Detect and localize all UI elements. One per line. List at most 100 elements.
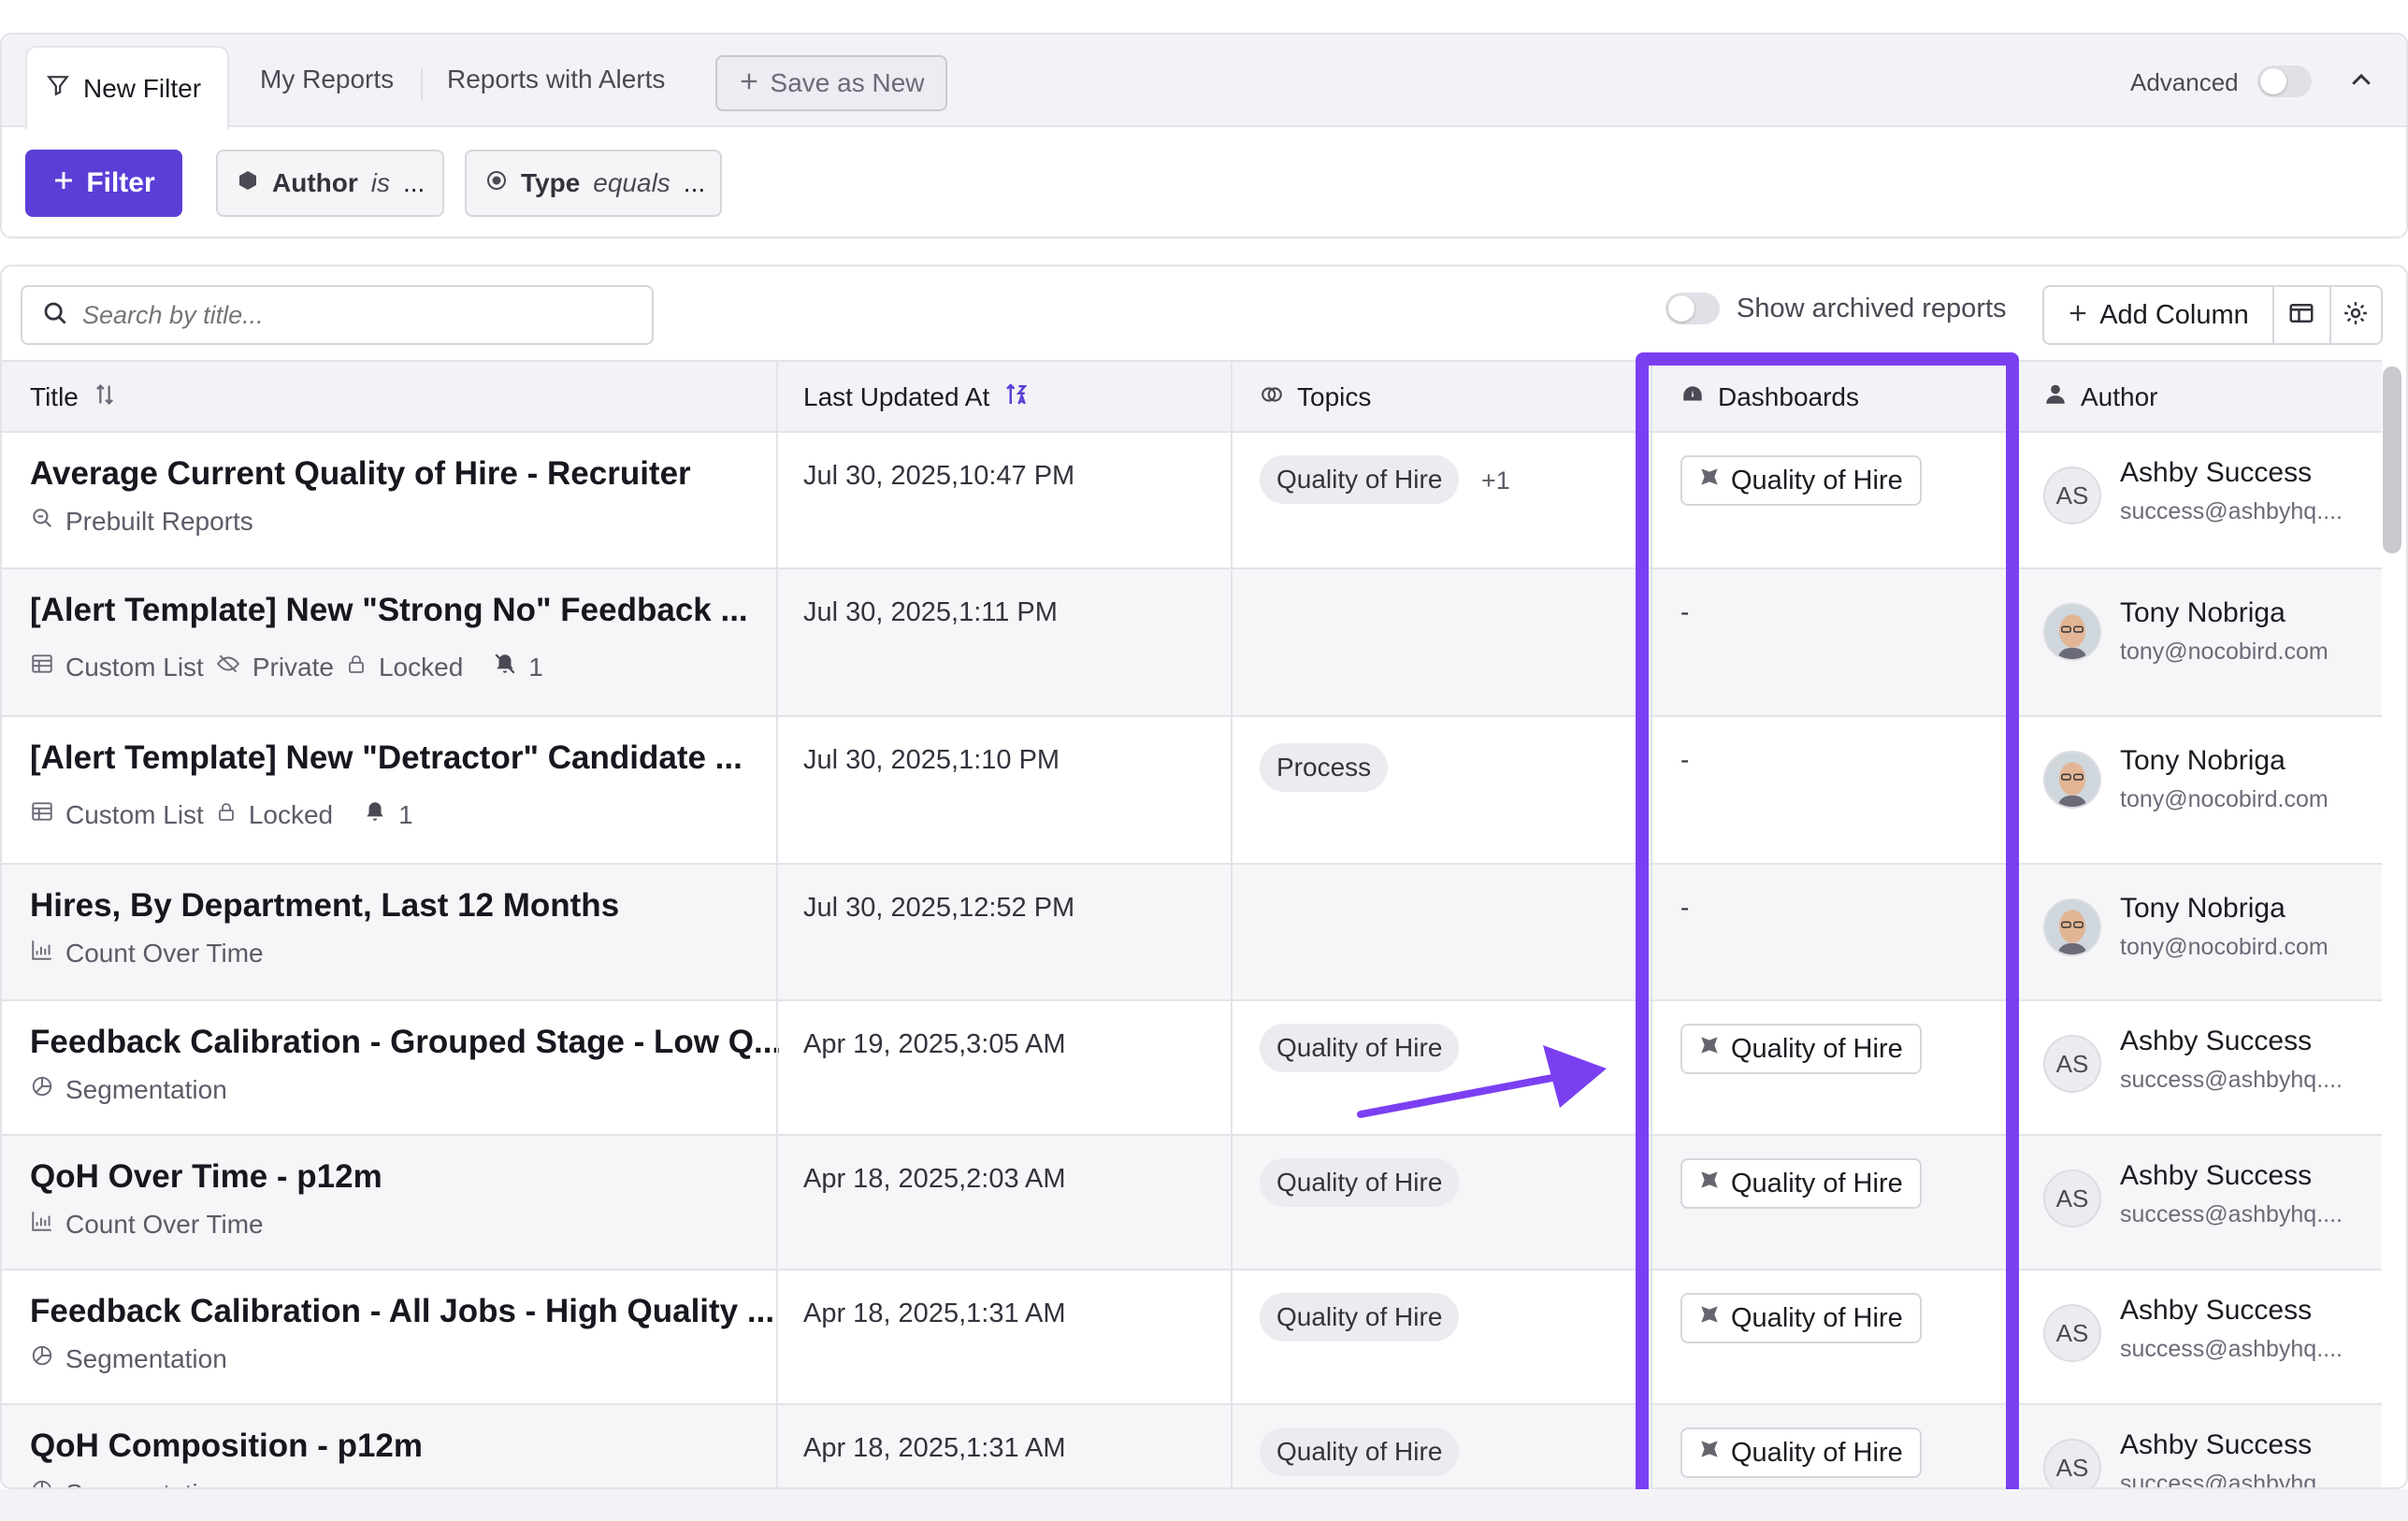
- type-value: ...: [683, 168, 706, 197]
- last-updated: Jul 30, 2025,1:10 PM: [803, 745, 1060, 776]
- report-title[interactable]: [Alert Template] New "Strong No" Feedbac…: [30, 592, 748, 629]
- save-as-new-button[interactable]: Save as New: [715, 55, 947, 111]
- report-meta: Prebuilt Reports: [30, 506, 253, 537]
- filter-panel: New Filter My Reports Reports with Alert…: [0, 33, 2408, 238]
- date-text: Apr 18, 2025,: [803, 1299, 967, 1328]
- dashboard-chip[interactable]: Quality of Hire: [1680, 455, 1922, 506]
- table-row[interactable]: QoH Over Time - p12m Count Over Time Apr…: [2, 1136, 2382, 1270]
- type-filter-chip[interactable]: Type equals ...: [465, 150, 722, 217]
- lock-icon: [345, 652, 368, 682]
- topic-pill[interactable]: Quality of Hire: [1260, 1158, 1460, 1207]
- column-author-label: Author: [2081, 382, 2158, 411]
- tab-reports-with-alerts[interactable]: Reports with Alerts: [447, 65, 665, 94]
- search-box[interactable]: [21, 285, 654, 345]
- report-title[interactable]: QoH Composition - p12m: [30, 1428, 423, 1465]
- time-text: 1:31 AM: [966, 1433, 1066, 1463]
- dashboard-label: Quality of Hire: [1731, 1033, 1903, 1064]
- last-updated: Jul 30, 2025,1:11 PM: [803, 597, 1058, 628]
- funnel-icon: [46, 73, 70, 104]
- topic-pill[interactable]: Quality of Hire: [1260, 1428, 1460, 1476]
- date-text: Jul 30, 2025,: [803, 461, 959, 491]
- report-title[interactable]: QoH Over Time - p12m: [30, 1158, 382, 1196]
- avatar: AS: [2043, 466, 2101, 524]
- report-title[interactable]: [Alert Template] New "Detractor" Candida…: [30, 739, 743, 777]
- time-text: 1:31 AM: [966, 1299, 1066, 1328]
- report-type: Prebuilt Reports: [65, 506, 253, 536]
- plus-icon: [52, 167, 75, 199]
- dashboard-kite-icon: [1697, 1437, 1722, 1469]
- author-value: ...: [403, 168, 425, 197]
- tab-my-reports[interactable]: My Reports: [260, 65, 394, 94]
- sort-ascending-icon[interactable]: [1002, 380, 1031, 415]
- add-column-button[interactable]: Add Column: [2042, 285, 2274, 345]
- show-archived-toggle[interactable]: [1665, 293, 1720, 324]
- column-header-last-updated[interactable]: Last Updated At: [803, 362, 1031, 433]
- report-title[interactable]: Feedback Calibration - Grouped Stage - L…: [30, 1024, 781, 1061]
- table-settings-button[interactable]: [2330, 285, 2383, 345]
- table-row[interactable]: [Alert Template] New "Strong No" Feedbac…: [2, 569, 2382, 717]
- author-name: Tony Nobriga: [2120, 745, 2285, 776]
- pie-segment-icon: [30, 1478, 54, 1487]
- column-header-title[interactable]: Title: [30, 362, 118, 433]
- date-text: Apr 19, 2025,: [803, 1029, 967, 1059]
- table-row[interactable]: Feedback Calibration - All Jobs - High Q…: [2, 1270, 2382, 1405]
- column-topics-label: Topics: [1297, 382, 1372, 411]
- report-meta: Custom List Locked 1: [30, 799, 413, 830]
- dashboard-chip[interactable]: Quality of Hire: [1680, 1428, 1922, 1478]
- avatar: AS: [2043, 1439, 2101, 1487]
- report-title[interactable]: Hires, By Department, Last 12 Months: [30, 887, 619, 925]
- topic-pill[interactable]: Quality of Hire: [1260, 455, 1460, 504]
- report-title[interactable]: Feedback Calibration - All Jobs - High Q…: [30, 1293, 774, 1330]
- show-archived-control[interactable]: Show archived reports: [1665, 293, 2007, 324]
- report-meta: Segmentation: [30, 1478, 227, 1488]
- column-divider: [776, 360, 778, 1487]
- table-row[interactable]: [Alert Template] New "Detractor" Candida…: [2, 717, 2382, 865]
- topics-icon: [1260, 382, 1284, 413]
- report-title[interactable]: Average Current Quality of Hire - Recrui…: [30, 455, 691, 493]
- filter-button-label: Filter: [86, 167, 155, 198]
- column-header-dashboards[interactable]: Dashboards: [1680, 362, 1859, 433]
- avatar: [2043, 898, 2101, 956]
- author-name: Ashby Success: [2120, 1160, 2313, 1191]
- more-topics-count[interactable]: +1: [1481, 466, 1510, 495]
- lock-icon: [215, 799, 238, 830]
- report-type: Custom List: [65, 652, 204, 682]
- table-row[interactable]: Feedback Calibration - Grouped Stage - L…: [2, 1001, 2382, 1136]
- add-filter-button[interactable]: Filter: [25, 150, 182, 217]
- eye-off-icon: [215, 652, 241, 682]
- date-text: Jul 30, 2025,: [803, 893, 959, 923]
- reports-page: New Filter My Reports Reports with Alert…: [0, 0, 2408, 1521]
- alert-count: 1: [528, 652, 543, 682]
- topic-pill[interactable]: Quality of Hire: [1260, 1293, 1460, 1342]
- time-text: 10:47 PM: [959, 461, 1075, 491]
- column-header-author[interactable]: Author: [2043, 362, 2158, 433]
- locked-label: Locked: [378, 652, 464, 682]
- author-filter-chip[interactable]: Author is ...: [216, 150, 444, 217]
- table-row[interactable]: Average Current Quality of Hire - Recrui…: [2, 433, 2382, 569]
- topic-label: Quality of Hire: [1276, 1168, 1443, 1197]
- table-row[interactable]: Hires, By Department, Last 12 Months Cou…: [2, 865, 2382, 1001]
- report-type: Segmentation: [65, 1479, 227, 1488]
- type-field-label: Type: [521, 168, 581, 197]
- columns-layout-button[interactable]: [2273, 285, 2331, 345]
- dashboard-kite-icon: [1697, 465, 1722, 496]
- sort-icon[interactable]: [92, 381, 118, 414]
- dashboard-kite-icon: [1697, 1302, 1722, 1334]
- topic-pill[interactable]: Process: [1260, 743, 1389, 792]
- advanced-label: Advanced: [2130, 68, 2239, 96]
- last-updated: Apr 18, 2025,2:03 AM: [803, 1164, 1066, 1195]
- table-row[interactable]: QoH Composition - p12m Segmentation Apr …: [2, 1405, 2382, 1488]
- dashboard-chip[interactable]: Quality of Hire: [1680, 1024, 1922, 1074]
- dashboard-chip[interactable]: Quality of Hire: [1680, 1158, 1922, 1209]
- dashboard-chip[interactable]: Quality of Hire: [1680, 1293, 1922, 1343]
- advanced-toggle[interactable]: [2257, 65, 2312, 97]
- column-header-topics[interactable]: Topics: [1260, 362, 1371, 433]
- tab-new-filter[interactable]: New Filter: [25, 46, 229, 129]
- prebuilt-search-icon: [30, 506, 54, 537]
- pie-segment-icon: [30, 1343, 54, 1374]
- report-type: Segmentation: [65, 1074, 227, 1104]
- chevron-up-icon[interactable]: [2347, 66, 2375, 99]
- search-input[interactable]: [82, 300, 606, 330]
- plus-icon: [2068, 300, 2088, 331]
- vertical-scrollbar[interactable]: [2383, 366, 2401, 553]
